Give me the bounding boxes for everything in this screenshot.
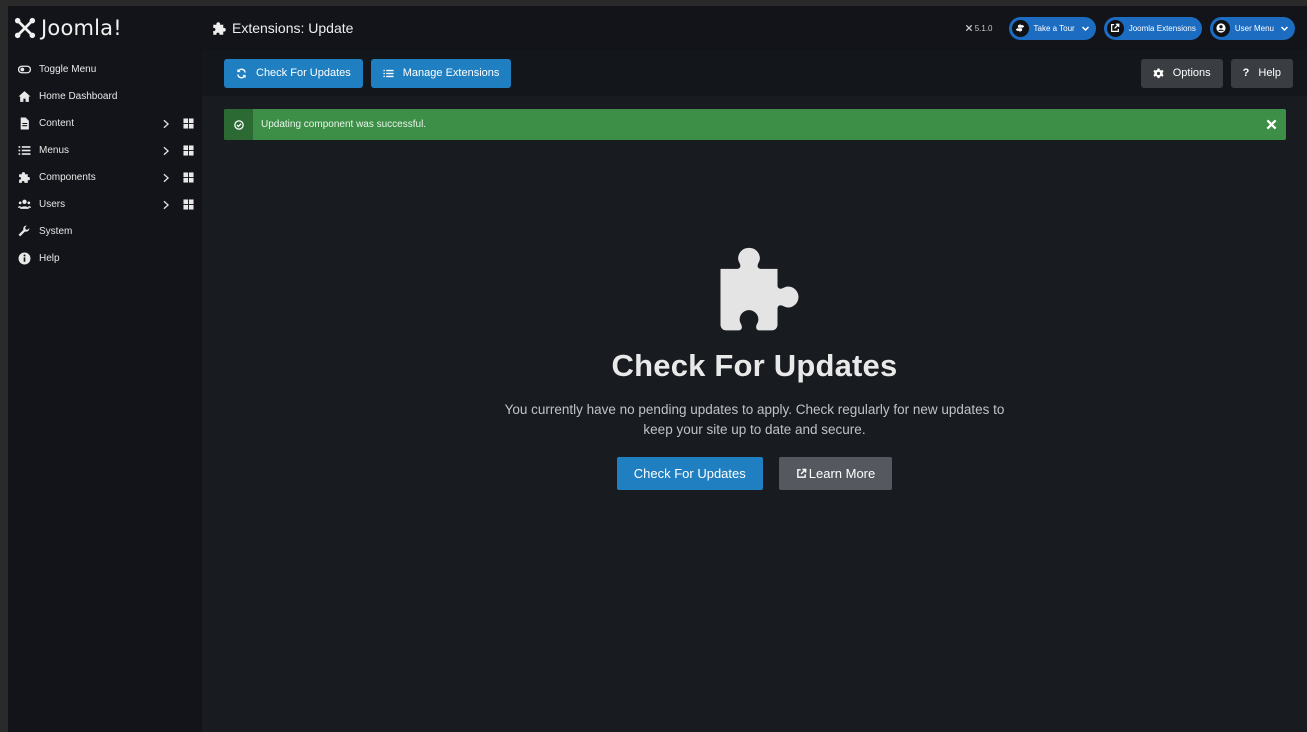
user-icon <box>1212 19 1230 37</box>
home-icon <box>17 90 31 104</box>
info-icon <box>17 252 31 266</box>
check-for-updates-button[interactable]: Check For Updates <box>224 58 363 88</box>
dashboard-grid-icon[interactable] <box>183 172 194 183</box>
app-window: Joomla! Extensions: Update 5.1.0 Take a … <box>8 6 1307 732</box>
success-alert: Updating component was successful. <box>224 109 1286 140</box>
close-icon[interactable] <box>1266 119 1277 130</box>
sidebar-item-menus[interactable]: Menus <box>8 137 202 164</box>
take-tour-label: Take a Tour <box>1033 23 1075 33</box>
help-button[interactable]: ? Help <box>1230 58 1293 88</box>
puzzle-icon <box>213 21 226 35</box>
external-link-icon <box>1106 19 1124 37</box>
sidebar-item-label: Components <box>39 172 96 183</box>
joomla-extensions-label: Joomla Extensions <box>1128 23 1196 33</box>
chevron-right-icon[interactable] <box>161 119 171 129</box>
sidebar-item-system[interactable]: System <box>8 218 202 245</box>
brand-name: Joomla! <box>41 16 122 40</box>
toggle-icon <box>17 63 31 77</box>
list-icon <box>383 69 394 77</box>
joomla-extensions-button[interactable]: Joomla Extensions <box>1103 16 1202 40</box>
empty-state: Check For Updates You currently have no … <box>202 246 1307 490</box>
sidebar-item-toggle-menu[interactable]: Toggle Menu <box>8 56 202 83</box>
sync-icon <box>237 68 246 78</box>
puzzle-icon <box>720 247 798 331</box>
empty-state-description: You currently have no pending updates to… <box>504 402 1005 437</box>
file-icon <box>17 117 31 131</box>
external-link-icon <box>796 468 807 478</box>
help-label: Help <box>1258 67 1281 79</box>
options-button[interactable]: Options <box>1140 58 1223 88</box>
empty-state-actions: Check For Updates Learn More <box>202 457 1307 490</box>
manage-extensions-button[interactable]: Manage Extensions <box>370 58 512 88</box>
check-for-updates-primary-label: Check For Updates <box>633 466 746 481</box>
chevron-down-icon <box>1081 25 1089 31</box>
users-icon <box>17 198 31 212</box>
alert-message: Updating component was successful. <box>261 119 427 130</box>
list-icon <box>17 144 31 158</box>
header: Joomla! Extensions: Update 5.1.0 Take a … <box>8 6 1307 50</box>
version-text: 5.1.0 <box>974 23 993 33</box>
manage-extensions-label: Manage Extensions <box>402 67 500 79</box>
sidebar-item-label: Content <box>39 118 75 129</box>
take-tour-button[interactable]: Take a Tour <box>1008 16 1096 40</box>
sidebar-item-label: Toggle Menu <box>39 64 97 75</box>
question-icon: ? <box>1242 67 1250 79</box>
puzzle-icon <box>17 171 31 185</box>
check-circle-icon <box>224 109 253 140</box>
learn-more-label: Learn More <box>808 466 876 481</box>
toolbar-left: Check For Updates Manage Extensions <box>224 58 512 88</box>
sidebar-item-label: Help <box>39 253 60 264</box>
joomla-logo[interactable]: Joomla! <box>8 16 202 40</box>
sidebar-item-label: Users <box>39 199 66 210</box>
check-for-updates-label: Check For Updates <box>256 67 351 79</box>
sidebar-item-users[interactable]: Users <box>8 191 202 218</box>
joomla-logo-icon <box>14 17 36 39</box>
wrench-icon <box>17 225 31 239</box>
user-menu-label: User Menu <box>1234 23 1274 33</box>
chevron-right-icon[interactable] <box>161 146 171 156</box>
learn-more-button[interactable]: Learn More <box>778 457 893 490</box>
chevron-right-icon[interactable] <box>161 173 171 183</box>
joomla-small-icon <box>965 25 972 31</box>
dashboard-grid-icon[interactable] <box>183 145 194 156</box>
toolbar-right: Options ? Help <box>1140 58 1293 88</box>
sidebar-item-help[interactable]: Help <box>8 245 202 272</box>
gear-icon <box>1153 67 1164 78</box>
user-menu-button[interactable]: User Menu <box>1209 16 1295 40</box>
sidebar-item-components[interactable]: Components <box>8 164 202 191</box>
empty-state-title: Check For Updates <box>611 348 898 383</box>
version-badge: 5.1.0 <box>965 24 993 33</box>
sidebar-item-home-dashboard[interactable]: Home Dashboard <box>8 83 202 110</box>
chevron-down-icon <box>1280 25 1289 31</box>
chevron-right-icon[interactable] <box>161 200 171 210</box>
dashboard-grid-icon[interactable] <box>183 118 194 129</box>
options-label: Options <box>1172 67 1211 79</box>
page-title: Extensions: Update <box>232 20 354 36</box>
sidebar-item-label: System <box>39 226 73 237</box>
signpost-icon <box>1011 19 1029 37</box>
sidebar-item-label: Menus <box>39 145 70 156</box>
check-for-updates-primary-button[interactable]: Check For Updates <box>616 457 763 490</box>
sidebar-item-content[interactable]: Content <box>8 110 202 137</box>
page-title-wrap: Extensions: Update <box>212 20 353 36</box>
sidebar: Toggle Menu Home Dashboard Content Menus <box>8 50 202 732</box>
sidebar-item-label: Home Dashboard <box>39 91 118 102</box>
dashboard-grid-icon[interactable] <box>183 199 194 210</box>
toolbar: Check For Updates Manage Extensions Opti… <box>202 50 1307 96</box>
header-actions: 5.1.0 Take a Tour Joomla Extensions User… <box>965 16 1307 40</box>
